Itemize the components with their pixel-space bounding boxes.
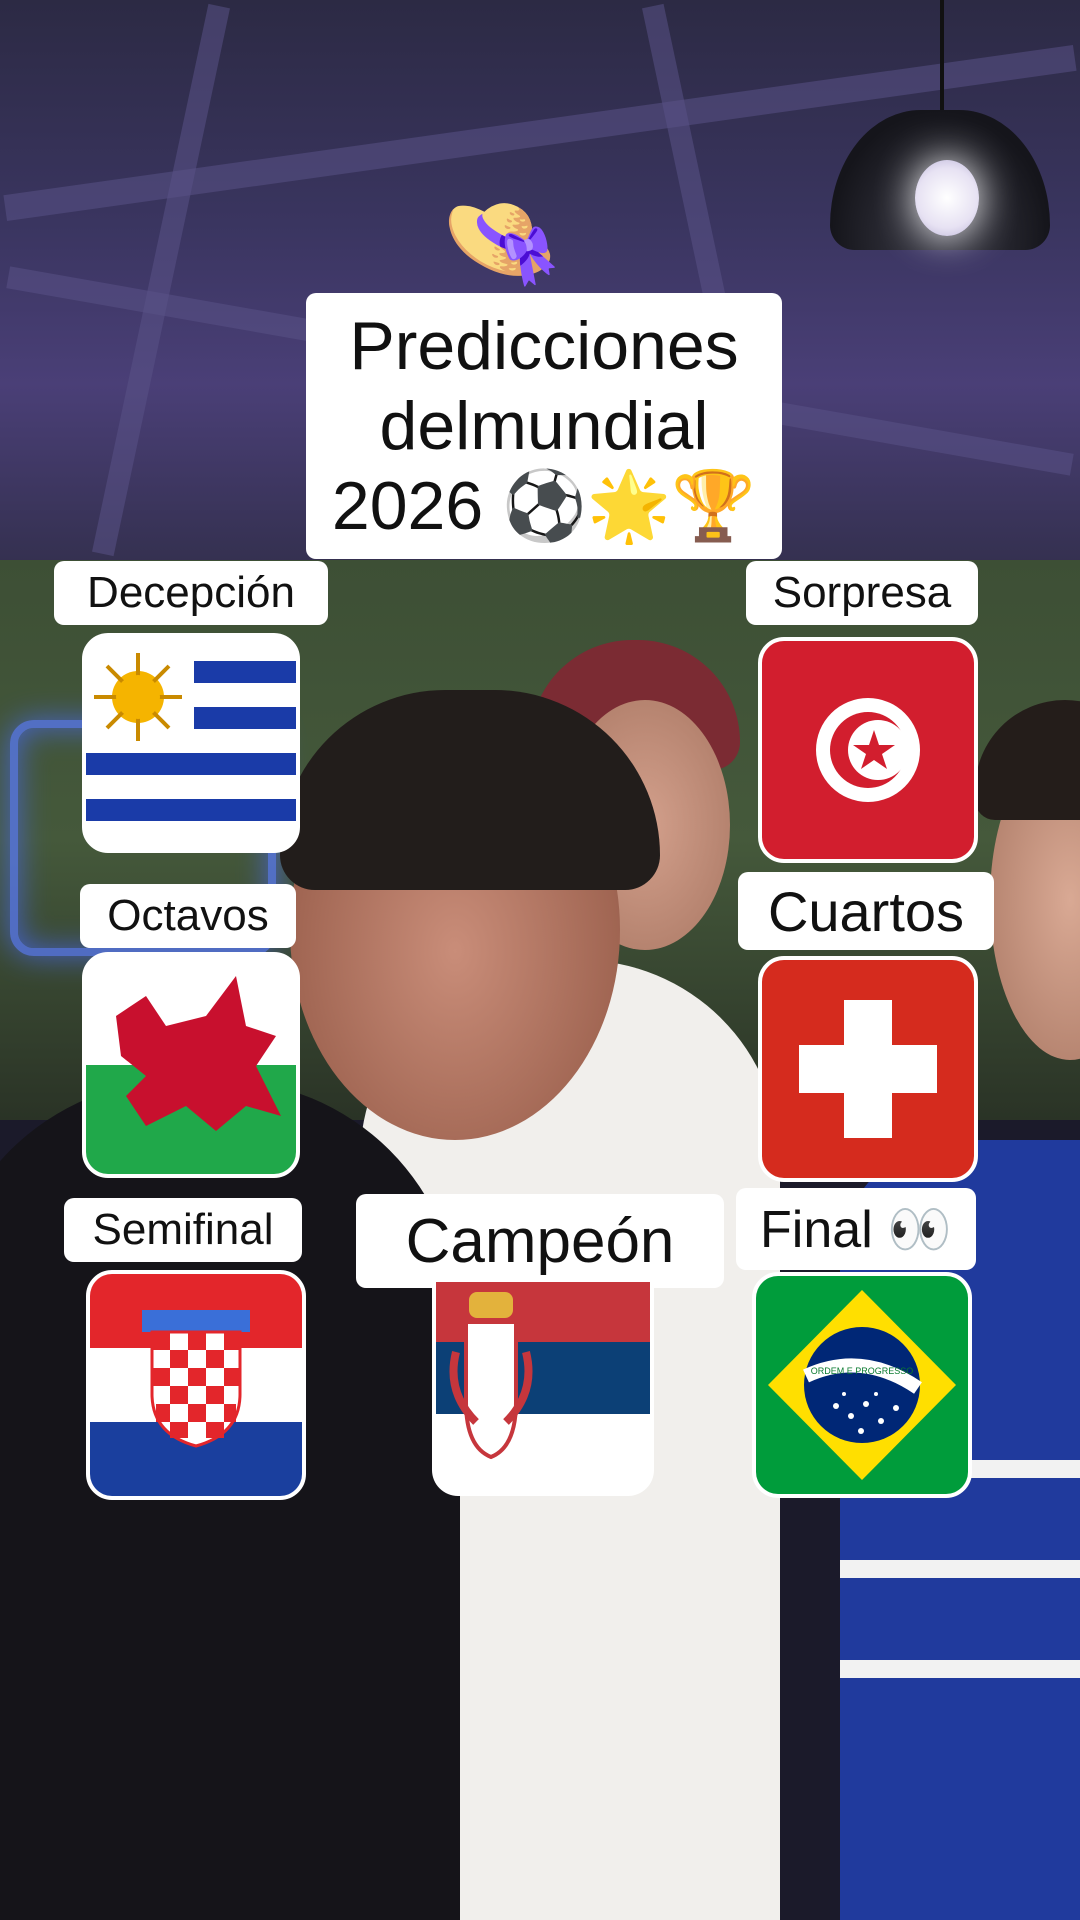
- brazil-flag-graphic: ORDEM E PROGRESSO: [756, 1276, 968, 1494]
- label-cuartos: Cuartos: [738, 872, 994, 950]
- switzerland-flag-graphic: [762, 960, 974, 1178]
- label-final: Final 👀: [736, 1188, 976, 1270]
- brazil-motto-text: ORDEM E PROGRESSO: [811, 1366, 914, 1376]
- label-decepcion: Decepción: [54, 561, 328, 625]
- tunisia-flag-icon: [758, 637, 978, 863]
- wales-flag-graphic: [86, 956, 296, 1174]
- switzerland-flag-icon: [758, 956, 978, 1182]
- title-card: Predicciones delmundial 2026 ⚽🌟🏆: [306, 293, 782, 559]
- croatia-flag-icon: [86, 1270, 306, 1500]
- uruguay-flag-icon: [82, 633, 300, 853]
- title-line-2: delmundial: [379, 388, 709, 464]
- label-campeon: Campeón: [356, 1194, 724, 1288]
- title-line-1: Predicciones: [349, 308, 739, 384]
- label-octavos: Octavos: [80, 884, 296, 948]
- brazil-flag-icon: ORDEM E PROGRESSO: [752, 1272, 972, 1498]
- tunisia-flag-graphic: [762, 641, 974, 859]
- title-line-3: 2026 ⚽🌟🏆: [331, 468, 757, 544]
- hat-icon: 👒: [440, 184, 563, 294]
- serbia-flag-graphic: [436, 1282, 650, 1492]
- label-semifinal: Semifinal: [64, 1198, 302, 1262]
- sticker-overlay: 👒 Predicciones delmundial 2026 ⚽🌟🏆 Decep…: [0, 0, 1080, 1920]
- uruguay-flag-graphic: [86, 637, 296, 849]
- wales-flag-icon: [82, 952, 300, 1178]
- serbia-flag-icon: [432, 1282, 654, 1496]
- croatia-flag-graphic: [90, 1274, 302, 1496]
- label-sorpresa: Sorpresa: [746, 561, 978, 625]
